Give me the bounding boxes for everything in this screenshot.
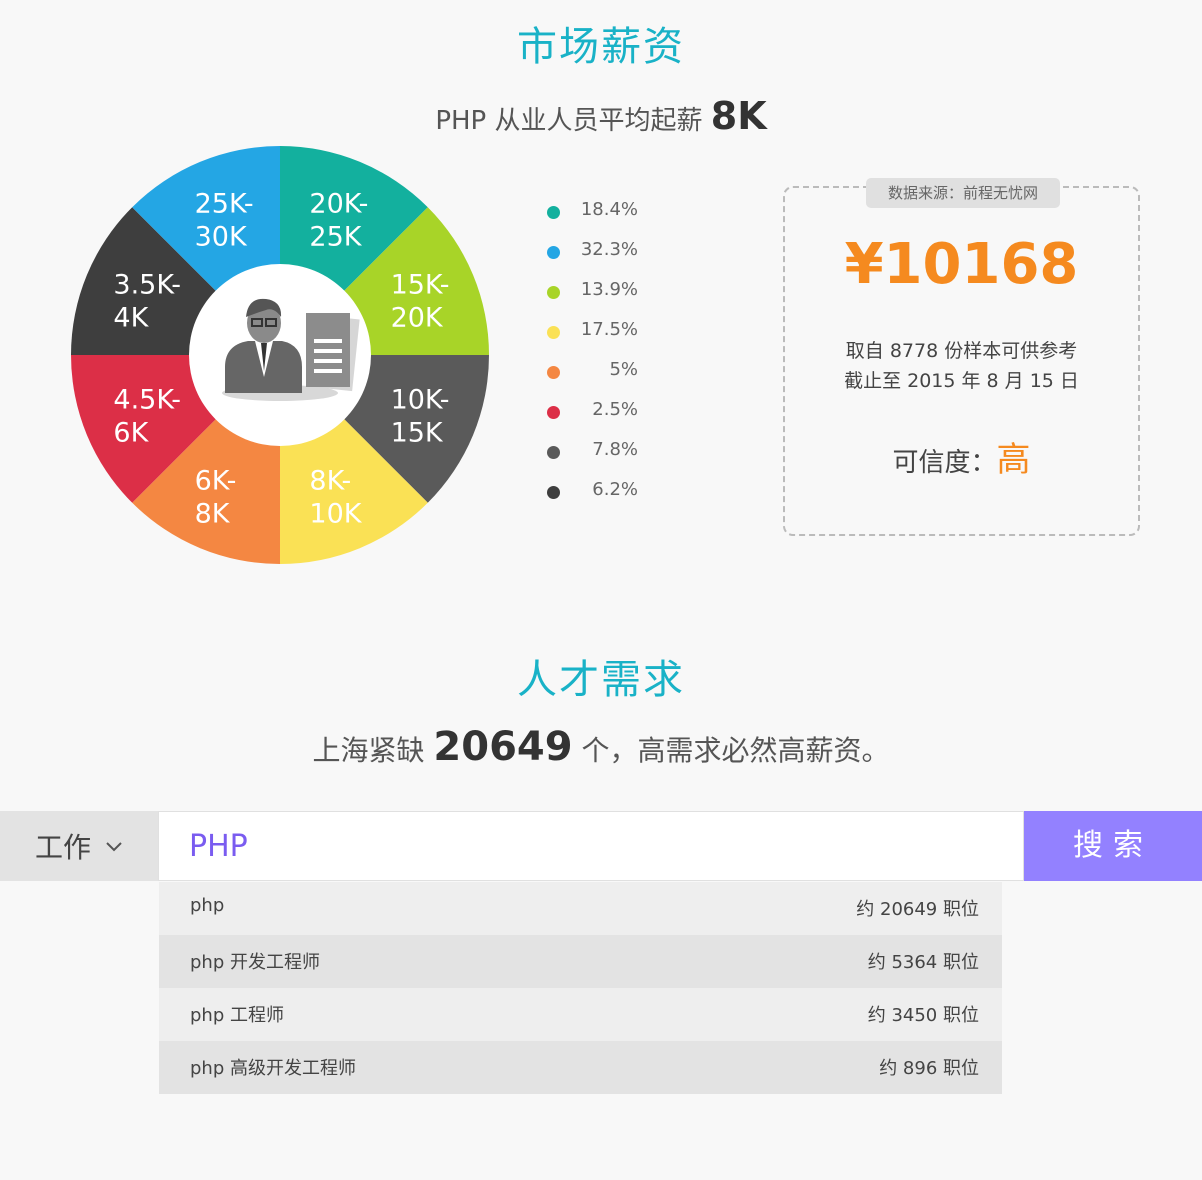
- legend-value: 7.8%: [592, 439, 638, 460]
- credibility-value: 高: [996, 440, 1031, 480]
- legend-value: 5%: [609, 359, 638, 380]
- legend-value: 6.2%: [592, 479, 638, 500]
- sample-date-text: 截止至 2015 年 8 月 15 日: [844, 370, 1079, 392]
- average-salary-label: PHP 从业人员平均起薪: [435, 106, 703, 136]
- search-bar: 工作 搜索: [0, 811, 1202, 881]
- demand-count: 20649: [433, 724, 573, 770]
- suggestion-item[interactable]: php 高级开发工程师 约 896 职位: [159, 1041, 1002, 1094]
- suggestion-count: 约 20649 职位: [856, 899, 979, 920]
- sample-count-text: 取自 8778 份样本可供参考: [845, 340, 1078, 362]
- average-salary-amount: ¥10168: [844, 232, 1079, 297]
- legend-value: 13.9%: [580, 279, 638, 300]
- legend-value: 17.5%: [580, 319, 638, 340]
- suggestion-item[interactable]: php 开发工程师 约 5364 职位: [159, 935, 1002, 988]
- legend-dot-icon: [547, 246, 560, 259]
- demand-suffix: 个，高需求必然高薪资。: [581, 734, 890, 767]
- search-type-label: 工作: [34, 831, 91, 864]
- search-suggestions: php 约 20649 职位 php 开发工程师约 5364 职位 php 工程师约 …: [159, 882, 1002, 1094]
- search-button[interactable]: 搜索: [1024, 811, 1202, 881]
- legend-item: 17.5%: [540, 313, 650, 353]
- legend-dot-icon: [547, 326, 560, 339]
- suggestion-term: php: [190, 895, 225, 916]
- legend-dot-icon: [547, 446, 560, 459]
- legend-dot-icon: [547, 366, 560, 379]
- credibility: 可信度：高: [785, 432, 1138, 481]
- suggestion-term: php 高级开发工程师: [190, 1058, 356, 1079]
- legend-item: 7.8%: [540, 433, 650, 473]
- suggestion-term: php 工程师: [190, 1005, 284, 1026]
- suggestion-item[interactable]: php 约 20649 职位: [159, 882, 1002, 935]
- legend-item: 2.5%: [540, 393, 650, 433]
- pie-chart-svg: 20K-25K15K-20K10K-15K8K-10K6K-8K4.5K-6K3…: [71, 146, 489, 564]
- search-type-dropdown[interactable]: 工作: [0, 811, 158, 881]
- salary-info-box: 数据来源：前程无忧网 ¥10168 取自 8778 份样本可供参考 截止至 20…: [783, 178, 1140, 536]
- legend-item: 18.4%: [540, 193, 650, 233]
- average-salary-subtitle: PHP 从业人员平均起薪 8K: [0, 94, 1202, 138]
- sample-info: 取自 8778 份样本可供参考 截止至 2015 年 8 月 15 日: [785, 336, 1138, 396]
- legend-value: 32.3%: [580, 239, 638, 260]
- pie-legend: 18.4% 32.3% 13.9% 17.5% 5% 2.5% 7.8% 6.2%: [540, 193, 650, 513]
- legend-item: 13.9%: [540, 273, 650, 313]
- legend-dot-icon: [547, 406, 560, 419]
- suggestion-term: php 开发工程师: [190, 952, 320, 973]
- legend-dot-icon: [547, 486, 560, 499]
- legend-dot-icon: [547, 206, 560, 219]
- salary-pie-chart: 20K-25K 15K-20K 10K-15K 8K-10K 6K-8K 4.5K-6K 3…: [70, 145, 490, 565]
- legend-value: 18.4%: [580, 199, 638, 220]
- talent-demand-subtitle: 上海紧缺 20649 个，高需求必然高薪资。: [0, 724, 1202, 770]
- market-salary-title: 市场薪资: [517, 24, 685, 70]
- legend-value: 2.5%: [592, 399, 638, 420]
- data-source-tag: 数据来源：前程无忧网: [866, 178, 1060, 208]
- chevron-down-icon: [105, 834, 123, 858]
- suggestion-item[interactable]: php 工程师 约 3450 职位: [159, 988, 1002, 1041]
- legend-item: 32.3%: [540, 233, 650, 273]
- talent-demand-title: 人才需求: [517, 657, 685, 703]
- legend-item: 5%: [540, 353, 650, 393]
- legend-dot-icon: [547, 286, 560, 299]
- credibility-label: 可信度：: [892, 448, 997, 478]
- demand-prefix: 上海紧缺: [312, 734, 425, 767]
- suggestion-count: 约 896 职位: [879, 1058, 979, 1079]
- legend-item: 6.2%: [540, 473, 650, 513]
- average-salary-value: 8K: [710, 94, 767, 138]
- search-input[interactable]: [158, 811, 1024, 881]
- suggestion-count: 约 5364 职位: [867, 952, 979, 973]
- suggestion-count: 约 3450 职位: [867, 1005, 979, 1026]
